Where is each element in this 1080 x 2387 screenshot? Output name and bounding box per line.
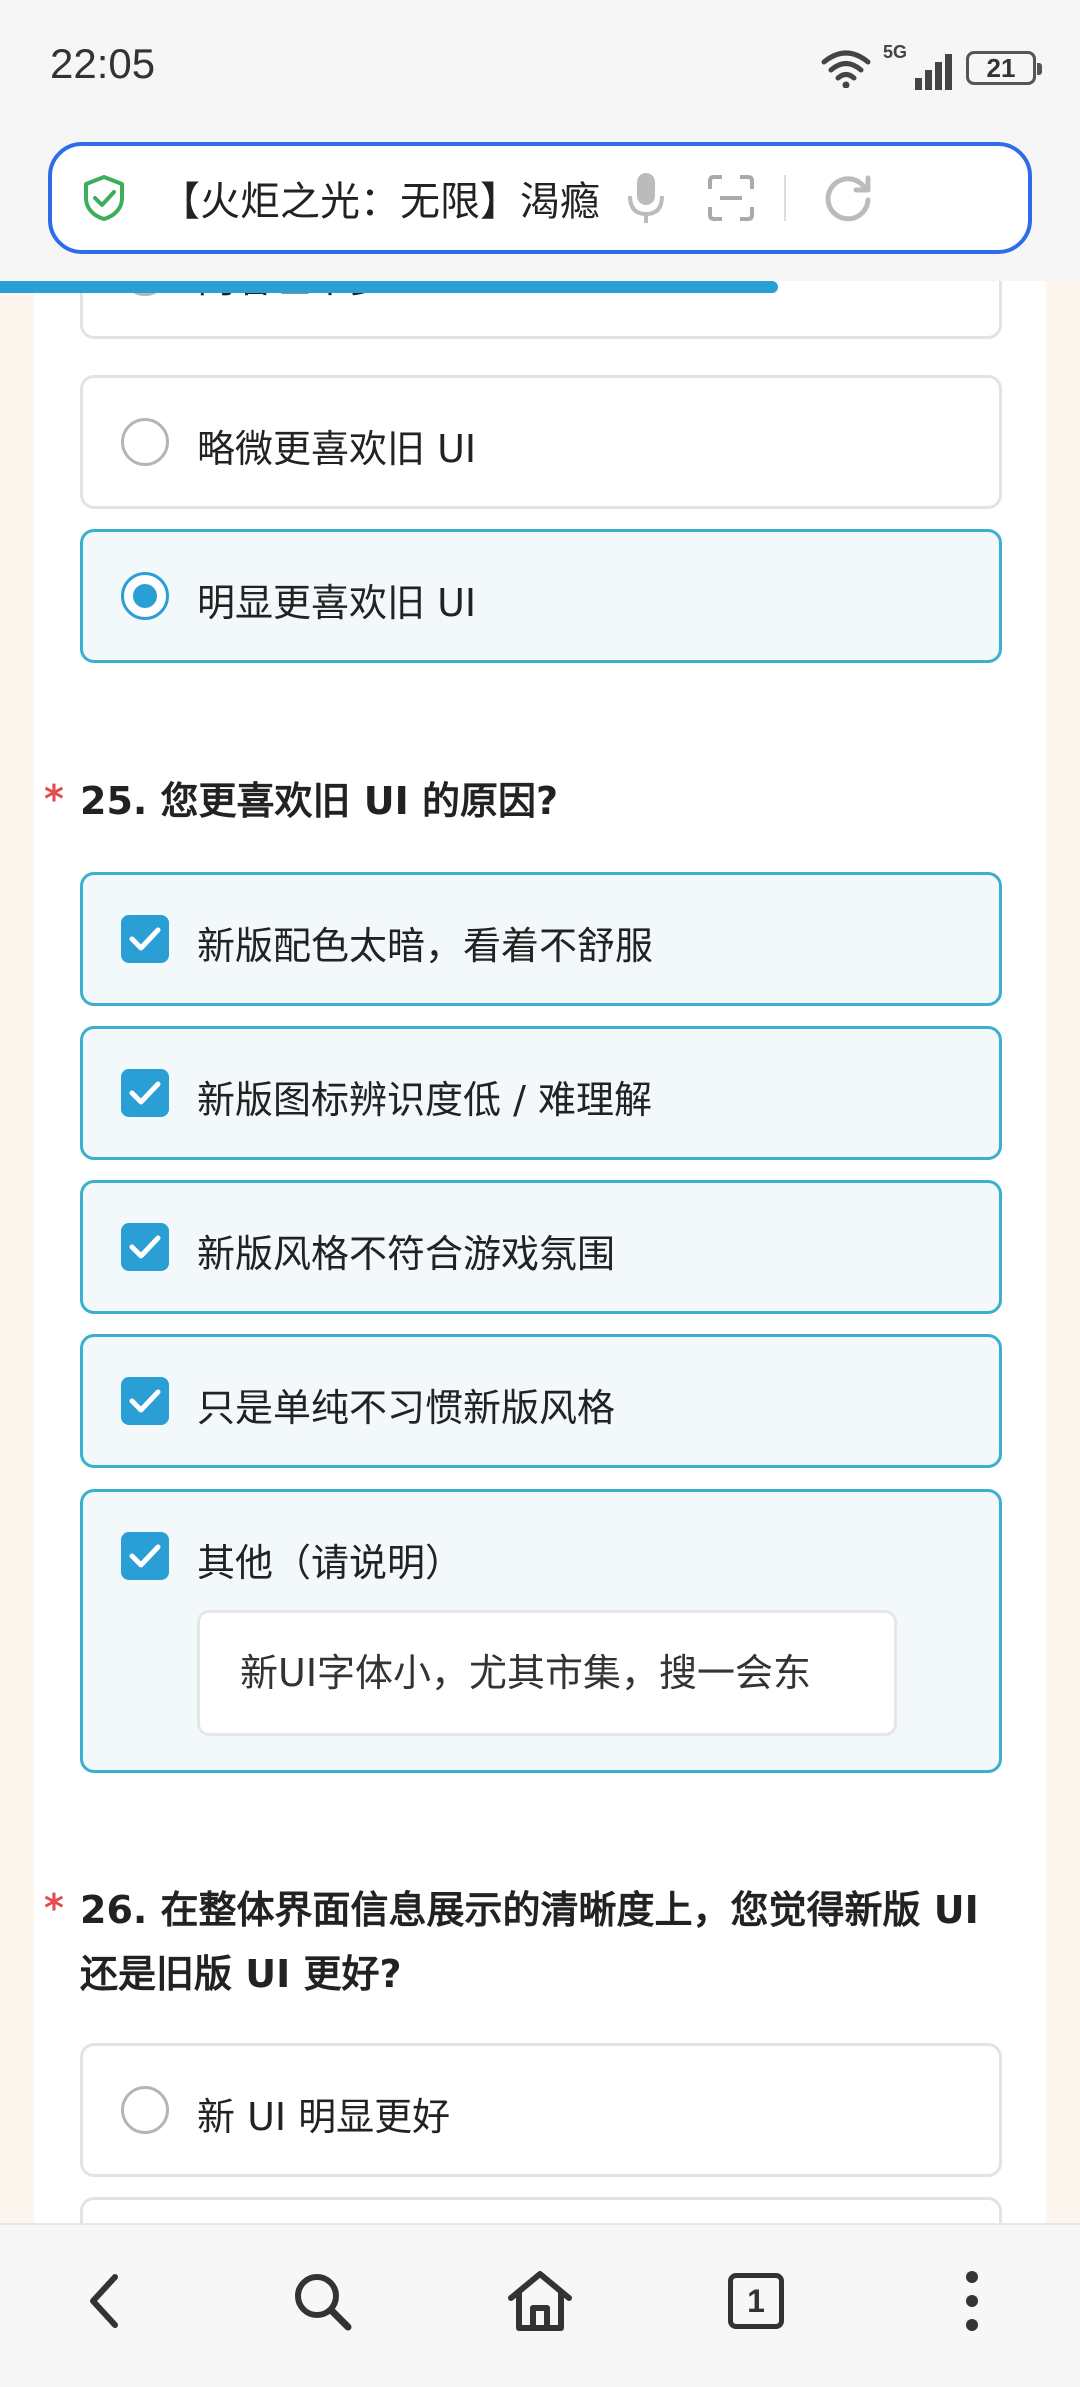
checkbox-checked[interactable] — [121, 1069, 169, 1117]
search-icon — [295, 2274, 352, 2331]
check-icon — [129, 1081, 161, 1105]
wifi-icon — [821, 50, 871, 88]
check-icon — [129, 1544, 161, 1568]
option-q26-1[interactable]: 新 UI 明显更好 — [80, 2043, 1002, 2177]
microphone-icon[interactable] — [626, 170, 666, 226]
address-divider — [784, 175, 786, 221]
option-q24-3[interactable]: 明显更喜欢旧 UI — [80, 529, 1002, 663]
battery-level: 21 — [986, 52, 1016, 83]
battery-icon: 21 — [966, 51, 1042, 85]
shield-check-icon — [84, 175, 124, 221]
network-type-label: 5G — [883, 42, 908, 62]
check-icon — [129, 1389, 161, 1413]
status-time: 22:05 — [50, 40, 156, 87]
checkbox-checked[interactable] — [121, 1377, 169, 1425]
home-icon — [508, 2271, 572, 2331]
option-label: 明显更喜欢旧 UI — [197, 581, 477, 625]
question-25-title: 25. 您更喜欢旧 UI 的原因? — [80, 779, 559, 823]
more-icon — [966, 2271, 978, 2331]
address-text[interactable]: 【火炬之光：无限】渴瘾赛季 — [160, 169, 600, 227]
option-label: 新版图标辨识度低 / 难理解 — [197, 1078, 652, 1122]
checkbox-checked[interactable] — [121, 915, 169, 963]
more-button[interactable] — [932, 2261, 1012, 2341]
option-label: 只是单纯不习惯新版风格 — [197, 1386, 616, 1430]
option-label: 新版配色太暗，看着不舒服 — [197, 924, 654, 968]
radio-button[interactable] — [121, 418, 169, 466]
reload-icon[interactable] — [820, 170, 876, 226]
tabs-button[interactable]: 1 — [716, 2261, 796, 2341]
option-label: 新版风格不符合游戏氛围 — [197, 1232, 616, 1276]
page-load-progress — [0, 281, 778, 293]
option-q25-1[interactable]: 新版配色太暗，看着不舒服 — [80, 872, 1002, 1006]
back-icon — [90, 2274, 118, 2328]
option-label: 新 UI 明显更好 — [197, 2095, 451, 2139]
tab-count: 1 — [747, 2282, 765, 2319]
radio-button-selected[interactable] — [121, 572, 169, 620]
address-bar[interactable]: 【火炬之光：无限】渴瘾赛季 — [48, 142, 1032, 254]
status-bar: 22:05 5G 21 — [0, 0, 1080, 136]
search-button[interactable] — [282, 2261, 362, 2341]
check-icon — [129, 1235, 161, 1259]
option-q25-3[interactable]: 新版风格不符合游戏氛围 — [80, 1180, 1002, 1314]
bottom-nav: 1 — [0, 2223, 1080, 2387]
other-text-input[interactable]: 新UI字体小，尤其市集，搜一会东 — [197, 1610, 897, 1736]
checkbox-checked[interactable] — [121, 1532, 169, 1580]
question-26-title: 26. 在整体界面信息展示的清晰度上，您觉得新版 UI 还是旧版 UI 更好? — [80, 1888, 979, 1996]
checkbox-checked[interactable] — [121, 1223, 169, 1271]
address-area: 【火炬之光：无限】渴瘾赛季 — [0, 136, 1080, 281]
option-q24-2[interactable]: 略微更喜欢旧 UI — [80, 375, 1002, 509]
required-mark: * — [44, 1886, 64, 1930]
required-mark: * — [44, 777, 64, 821]
tabs-icon: 1 — [728, 2273, 784, 2329]
option-q25-2[interactable]: 新版图标辨识度低 / 难理解 — [80, 1026, 1002, 1160]
option-q26-2-partial[interactable] — [80, 2197, 1002, 2223]
scan-icon[interactable] — [706, 173, 756, 223]
survey-content: 两者差不多 略微更喜欢旧 UI 明显更喜欢旧 UI * 25. 您更喜欢旧 UI… — [34, 281, 1046, 2223]
radio-button[interactable] — [121, 2086, 169, 2134]
option-q25-5[interactable]: 其他（请说明） 新UI字体小，尤其市集，搜一会东 — [80, 1489, 1002, 1773]
back-button[interactable] — [66, 2261, 146, 2341]
option-label: 其他（请说明） — [197, 1541, 464, 1585]
home-button[interactable] — [500, 2261, 580, 2341]
check-icon — [129, 927, 161, 951]
option-label: 略微更喜欢旧 UI — [197, 427, 477, 471]
status-icons: 5G 21 — [821, 42, 1042, 92]
option-q25-4[interactable]: 只是单纯不习惯新版风格 — [80, 1334, 1002, 1468]
signal-group: 5G — [883, 42, 952, 90]
